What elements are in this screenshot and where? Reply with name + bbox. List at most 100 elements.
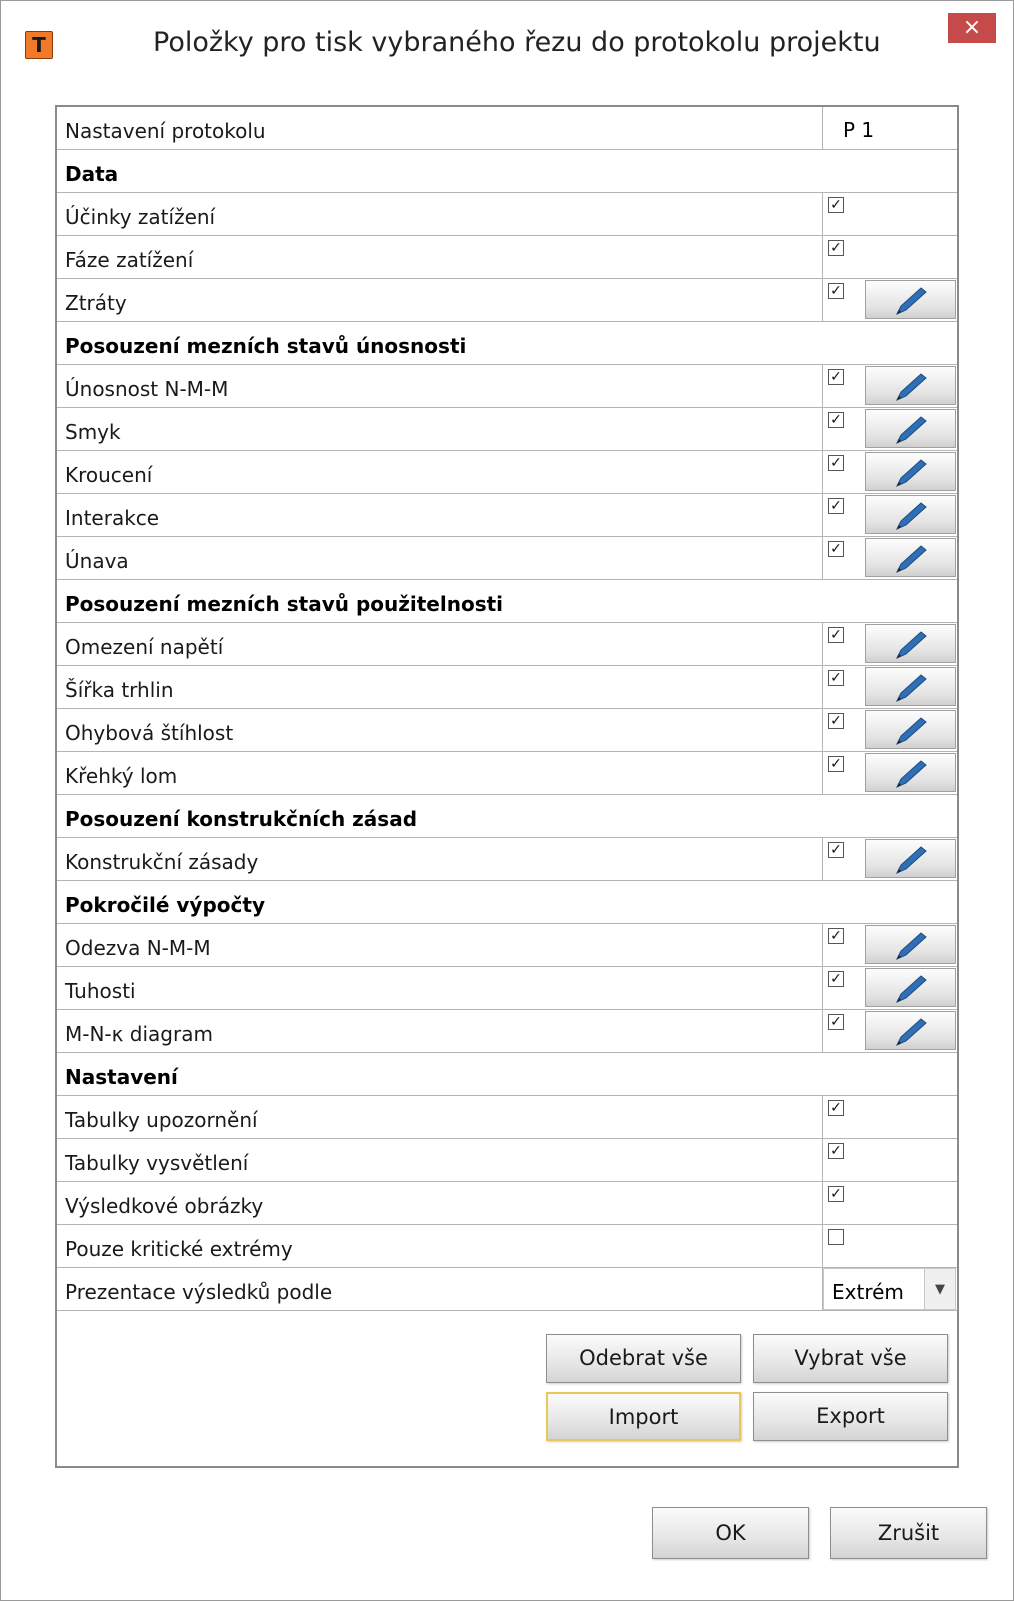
items-panel: Nastavení protokolu P 1 Data Účinky zatížen… [55, 105, 959, 1468]
item-options-cell: ✓ [822, 236, 957, 278]
edit-button[interactable] [865, 495, 956, 534]
pencil-icon [895, 932, 927, 961]
group-header: Nastavení [57, 1053, 957, 1096]
edit-button[interactable] [865, 366, 956, 405]
checkbox-checked[interactable]: ✓ [828, 756, 844, 772]
checkbox-checked[interactable]: ✓ [828, 369, 844, 385]
checkbox-checked[interactable]: ✓ [828, 1014, 844, 1030]
select-all-button[interactable]: Vybrat vše [753, 1334, 948, 1383]
pencil-icon [895, 459, 927, 488]
item-options-cell: ✓ [822, 623, 957, 665]
checkbox-checked[interactable]: ✓ [828, 1143, 844, 1159]
ok-button[interactable]: OK [652, 1507, 809, 1559]
cancel-button[interactable]: Zrušit [830, 1507, 987, 1559]
item-label: Křehký lom [65, 764, 178, 788]
checkbox-checked[interactable]: ✓ [828, 541, 844, 557]
checkbox-unchecked[interactable] [828, 1229, 844, 1245]
edit-button[interactable] [865, 753, 956, 792]
checkbox-checked[interactable]: ✓ [828, 1186, 844, 1202]
item-options-cell: ✓ [822, 193, 957, 235]
list-item: Ztráty ✓ [57, 279, 957, 322]
pencil-icon [895, 975, 927, 1004]
pencil-icon [895, 846, 927, 875]
checkbox-checked[interactable]: ✓ [828, 971, 844, 987]
checkbox-checked[interactable]: ✓ [828, 498, 844, 514]
edit-button[interactable] [865, 452, 956, 491]
pencil-icon [895, 502, 927, 531]
presentation-select-value: Extrém [832, 1280, 904, 1304]
edit-button[interactable] [865, 667, 956, 706]
item-options-cell: ✓ [822, 494, 957, 536]
group-header-label: Nastavení [65, 1065, 178, 1089]
list-item: Kroucení ✓ [57, 451, 957, 494]
export-button[interactable]: Export [753, 1392, 948, 1441]
pencil-icon [895, 287, 927, 316]
edit-button[interactable] [865, 409, 956, 448]
checkbox-checked[interactable]: ✓ [828, 283, 844, 299]
item-label: Interakce [65, 506, 160, 530]
group-header: Posouzení konstrukčních zásad [57, 795, 957, 838]
list-item: Ohybová štíhlost ✓ [57, 709, 957, 752]
item-options-cell: ✓ [822, 365, 957, 407]
list-item: Tabulky vysvětlení ✓ [57, 1139, 957, 1182]
chevron-down-icon[interactable]: ▼ [924, 1269, 955, 1309]
group-header-label: Posouzení mezních stavů použitelnosti [65, 592, 504, 616]
edit-button[interactable] [865, 624, 956, 663]
protocol-settings-row: Nastavení protokolu P 1 [57, 107, 957, 150]
close-button[interactable]: × [948, 13, 996, 43]
item-options-cell: ✓ [822, 279, 957, 321]
list-item: Únosnost N-M-M ✓ [57, 365, 957, 408]
item-options-cell: ✓ [822, 1096, 957, 1138]
item-label: Tabulky upozornění [65, 1108, 258, 1132]
remove-all-button[interactable]: Odebrat vše [546, 1334, 741, 1383]
pencil-icon [895, 373, 927, 402]
protocol-settings-cell[interactable]: P 1 [822, 107, 957, 149]
dialog-window: T Položky pro tisk vybraného řezu do pro… [0, 0, 1014, 1601]
edit-button[interactable] [865, 925, 956, 964]
item-label: M-N-κ diagram [65, 1022, 213, 1046]
item-label: Kroucení [65, 463, 153, 487]
edit-button[interactable] [865, 538, 956, 577]
group-header-label: Posouzení mezních stavů únosnosti [65, 334, 467, 358]
list-item: Fáze zatížení ✓ [57, 236, 957, 279]
protocol-settings-value[interactable]: P 1 [843, 107, 874, 153]
edit-button[interactable] [865, 968, 956, 1007]
checkbox-checked[interactable]: ✓ [828, 928, 844, 944]
list-item: Odezva N-M-M ✓ [57, 924, 957, 967]
item-label: Smyk [65, 420, 121, 444]
item-options-cell: ✓ [822, 709, 957, 751]
item-label: Únava [65, 549, 129, 573]
checkbox-checked[interactable]: ✓ [828, 842, 844, 858]
item-label: Pouze kritické extrémy [65, 1237, 293, 1261]
list-item: Pouze kritické extrémy [57, 1225, 957, 1268]
group-header: Posouzení mezních stavů únosnosti [57, 322, 957, 365]
checkbox-checked[interactable]: ✓ [828, 412, 844, 428]
checkbox-checked[interactable]: ✓ [828, 455, 844, 471]
edit-button[interactable] [865, 280, 956, 319]
checkbox-checked[interactable]: ✓ [828, 713, 844, 729]
list-item: Konstrukční zásady ✓ [57, 838, 957, 881]
item-options-cell: ✓ [822, 537, 957, 579]
edit-button[interactable] [865, 710, 956, 749]
checkbox-checked[interactable]: ✓ [828, 1100, 844, 1116]
edit-button[interactable] [865, 839, 956, 878]
item-label: Omezení napětí [65, 635, 224, 659]
edit-button[interactable] [865, 1011, 956, 1050]
item-options-cell: ✓ [822, 1139, 957, 1181]
item-options-cell [822, 1225, 957, 1267]
item-options-cell: ✓ [822, 451, 957, 493]
group-header-label: Pokročilé výpočty [65, 893, 265, 917]
presentation-select[interactable]: Extrém ▼ [823, 1268, 956, 1310]
list-item: Interakce ✓ [57, 494, 957, 537]
checkbox-checked[interactable]: ✓ [828, 670, 844, 686]
title-bar: T Položky pro tisk vybraného řezu do pro… [1, 1, 1013, 85]
presentation-cell: Extrém ▼ [822, 1268, 957, 1310]
list-item: Únava ✓ [57, 537, 957, 580]
pencil-icon [895, 760, 927, 789]
import-button[interactable]: Import [546, 1392, 741, 1441]
group-header: Posouzení mezních stavů použitelnosti [57, 580, 957, 623]
pencil-icon [895, 1018, 927, 1047]
checkbox-checked[interactable]: ✓ [828, 197, 844, 213]
checkbox-checked[interactable]: ✓ [828, 627, 844, 643]
checkbox-checked[interactable]: ✓ [828, 240, 844, 256]
